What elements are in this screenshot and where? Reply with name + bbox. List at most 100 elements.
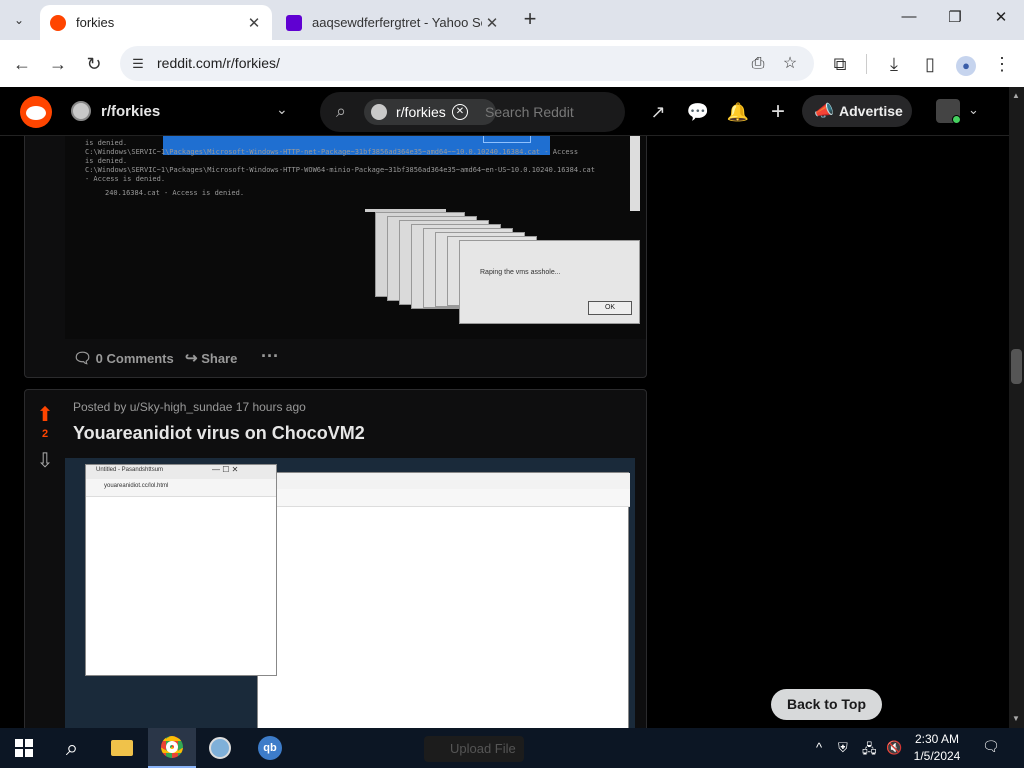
profile-icon[interactable]: ● xyxy=(952,50,980,78)
system-clock[interactable]: 2:30 AM 1/5/2024 xyxy=(905,731,969,765)
upvote-icon[interactable]: ⬆ xyxy=(35,402,55,426)
post-image[interactable]: Untitled - Pasandshttsum — ☐ ✕ youareani… xyxy=(65,458,635,728)
back-button[interactable]: ← xyxy=(8,50,36,78)
qbittorrent-taskbar-button[interactable]: qb xyxy=(246,728,294,768)
browser-tab-strip: ⌄ forkies ✕ aaqsewdferfergtret - Yahoo S… xyxy=(0,0,1024,40)
clock-time: 2:30 AM xyxy=(914,732,960,746)
message-box: Raping the vms asshole... OK xyxy=(459,240,640,324)
start-button[interactable] xyxy=(0,728,48,768)
reddit-logo-icon[interactable] xyxy=(20,96,52,128)
taskbar: ⌕ qb Upload File ^ ⛨ 🖧 🔇 2:30 AM 1/5/202… xyxy=(0,728,1024,768)
bookmark-star-icon[interactable]: ☆ xyxy=(778,52,802,76)
console-line: is denied. xyxy=(85,157,128,165)
post-title[interactable]: Youareanidiot virus on ChocoVM2 xyxy=(73,423,365,444)
browser-toolbar: ← → ↻ ☰ reddit.com/r/forkies/ ⎙ ☆ ⧉ ⤓ ▯ … xyxy=(0,40,1024,87)
search-scope-chip[interactable]: r/forkies ✕ xyxy=(364,99,496,125)
upload-file-ghost: Upload File xyxy=(424,736,524,762)
restore-button[interactable]: ❐ xyxy=(940,8,970,32)
search-icon: ⌕ xyxy=(65,735,79,760)
search-bar[interactable]: ⌕ r/forkies ✕ Search Reddit xyxy=(320,92,625,132)
minimize-button[interactable]: — xyxy=(894,8,924,32)
search-placeholder[interactable]: Search Reddit xyxy=(485,104,574,120)
side-panel-icon[interactable]: ▯ xyxy=(916,50,944,78)
console-line: - Access is denied. xyxy=(85,175,166,183)
message-box-text: Raping the vms asshole... xyxy=(480,269,561,276)
app-taskbar-button[interactable] xyxy=(196,728,244,768)
qbittorrent-icon: qb xyxy=(258,736,282,760)
more-options-icon[interactable]: ··· xyxy=(261,346,279,367)
forward-button[interactable]: → xyxy=(44,50,72,78)
reddit-header: r/forkies ⌄ ⌕ r/forkies ✕ Search Reddit … xyxy=(0,87,1009,136)
post-image[interactable]: is denied. C:\Windows\SERVIC~1\Packages\… xyxy=(65,136,646,339)
console-line: C:\Windows\SERVIC~1\Packages\Microsoft-W… xyxy=(85,166,595,174)
scrollbar-thumb[interactable] xyxy=(1011,349,1022,384)
file-explorer-button[interactable] xyxy=(98,728,146,768)
address-bar[interactable]: ☰ reddit.com/r/forkies/ ⎙ ☆ xyxy=(120,46,814,81)
clear-scope-icon[interactable]: ✕ xyxy=(452,104,468,120)
extensions-icon[interactable]: ⧉ xyxy=(826,50,854,78)
chrome-icon xyxy=(161,736,183,758)
tab-title: forkies xyxy=(76,15,115,30)
yahoo-favicon-icon xyxy=(286,14,302,31)
comments-label: 0 Comments xyxy=(95,351,174,366)
search-icon: ⌕ xyxy=(336,101,347,121)
share-icon: ↪ xyxy=(185,350,198,367)
post-card[interactable]: is denied. C:\Windows\SERVIC~1\Packages\… xyxy=(24,136,647,378)
dialog-button xyxy=(483,136,531,143)
folder-icon xyxy=(111,740,133,756)
chat-icon[interactable]: 💬 xyxy=(686,100,710,124)
post-meta[interactable]: Posted by u/Sky-high_sundae 17 hours ago xyxy=(73,400,306,414)
new-tab-button[interactable]: + xyxy=(518,8,542,32)
security-icon[interactable]: ⛨ xyxy=(838,740,848,756)
network-icon[interactable]: 🖧 xyxy=(862,740,877,762)
downvote-icon[interactable]: ⇩ xyxy=(35,448,55,472)
post-card[interactable]: ⬆ 2 ⇩ Posted by u/Sky-high_sundae 17 hou… xyxy=(24,389,647,728)
volume-muted-icon[interactable]: 🔇 xyxy=(886,740,902,756)
url-text[interactable]: reddit.com/r/forkies/ xyxy=(157,55,280,71)
scroll-up-arrow-icon[interactable]: ▲ xyxy=(1012,91,1020,100)
windows-logo-icon xyxy=(15,739,33,757)
downloads-icon[interactable]: ⤓ xyxy=(880,50,908,78)
popular-icon[interactable]: ↗ xyxy=(646,100,670,124)
reload-button[interactable]: ↻ xyxy=(80,50,108,78)
chevron-down-icon[interactable]: ⌄ xyxy=(968,102,979,118)
megaphone-icon: 📣 xyxy=(814,103,834,120)
tab-search-button[interactable]: ⌄ xyxy=(6,7,32,33)
search-button[interactable]: ⌕ xyxy=(48,728,96,768)
screenshot-popup-urlbar: youareanidiot.cc/lol.html xyxy=(86,479,276,497)
vote-count: 2 xyxy=(41,428,49,440)
install-app-icon[interactable]: ⎙ xyxy=(746,52,770,76)
tab-yahoo[interactable]: aaqsewdferfergtret - Yahoo Se ✕ xyxy=(276,5,510,40)
menu-icon[interactable]: ⋮ xyxy=(988,50,1016,78)
chrome-taskbar-button[interactable] xyxy=(148,728,196,768)
comments-button[interactable]: 🗨 0 Comments xyxy=(73,349,174,367)
screenshot-popup-url: youareanidiot.cc/lol.html xyxy=(104,483,169,489)
back-to-top-button[interactable]: Back to Top xyxy=(771,689,882,720)
notifications-icon[interactable]: 🗨 xyxy=(982,738,1004,758)
upload-file-label: Upload File xyxy=(450,741,516,756)
chevron-up-icon[interactable]: ^ xyxy=(816,740,822,755)
create-post-icon[interactable]: + xyxy=(766,100,790,124)
close-icon[interactable]: ✕ xyxy=(482,14,502,32)
notifications-bell-icon[interactable]: 🔔 xyxy=(726,100,750,124)
console-line: 240.16384.cat - Access is denied. xyxy=(105,189,245,197)
console-scrollbar xyxy=(630,136,640,211)
subreddit-avatar xyxy=(371,104,387,120)
close-window-button[interactable]: ✕ xyxy=(986,8,1016,32)
chevron-down-icon[interactable]: ⌄ xyxy=(276,101,288,118)
close-icon[interactable]: ✕ xyxy=(244,14,264,32)
message-box-ok: OK xyxy=(588,301,632,315)
window-controls-icon: — ☐ ✕ xyxy=(212,465,239,474)
site-info-icon[interactable]: ☰ xyxy=(128,54,148,74)
screenshot-titlebar xyxy=(258,473,630,489)
clock-date: 1/5/2024 xyxy=(913,749,961,763)
chevron-down-icon: ⌄ xyxy=(13,13,25,27)
scroll-down-arrow-icon[interactable]: ▼ xyxy=(1012,714,1020,723)
subreddit-name[interactable]: r/forkies xyxy=(101,103,160,120)
advertise-button[interactable]: 📣 Advertise xyxy=(802,95,912,127)
share-button[interactable]: ↪ Share xyxy=(185,349,237,367)
search-chip-label: r/forkies xyxy=(396,104,446,120)
page-scrollbar[interactable]: ▲ ▼ xyxy=(1009,87,1024,728)
tab-forkies[interactable]: forkies ✕ xyxy=(40,5,272,40)
console-line: C:\Windows\SERVIC~1\Packages\Microsoft-W… xyxy=(85,148,579,156)
